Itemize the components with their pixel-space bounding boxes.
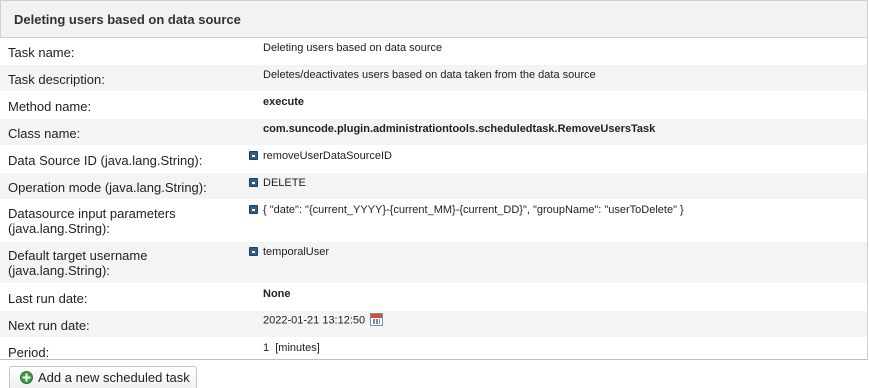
row-datasource-params: Datasource input parameters (java.lang.S… [0,200,867,242]
class-name-value: com.suncode.plugin.administrationtools.s… [263,123,656,135]
lock-icon [249,151,258,160]
data-source-id-value: removeUserDataSourceID [263,150,392,162]
next-run-date-value-wrap: 2022-01-21 13:12:50 [263,313,384,327]
add-circle-icon [20,371,33,384]
default-target-username-label-line1: Default target username [8,248,148,263]
task-name-label: Task name: [8,45,75,60]
datasource-params-value: { "date": "{current_YYYY}-{current_MM}-{… [263,204,684,216]
lock-icon [249,247,258,256]
row-data-source-id: Data Source ID (java.lang.String): remov… [0,146,867,173]
period-label: Period: [8,345,50,360]
row-class-name: Class name: com.suncode.plugin.administr… [0,119,867,146]
row-method-name: Method name: execute [0,92,867,119]
class-name-label: Class name: [8,126,81,141]
lock-icon [249,178,258,187]
datasource-params-label: Datasource input parameters (java.lang.S… [8,206,176,236]
row-task-name: Task name: Deleting users based on data … [0,38,867,65]
data-source-id-label: Data Source ID (java.lang.String): [8,153,203,168]
next-run-date-value: 2022-01-21 13:12:50 [263,314,366,327]
row-next-run-date: Next run date: 2022-01-21 13:12:50 [0,311,867,338]
operation-mode-label: Operation mode (java.lang.String): [8,180,207,195]
task-details-panel: Deleting users based on data source Task… [0,0,868,360]
operation-mode-value: DELETE [263,177,306,189]
method-name-label: Method name: [8,99,92,114]
row-task-description: Task description: Deletes/deactivates us… [0,65,867,92]
row-period: Period: 1 [minutes] [0,338,867,360]
last-run-date-value: None [263,288,291,300]
task-description-label: Task description: [8,72,105,87]
datasource-params-label-line2: (java.lang.String): [8,221,110,236]
row-default-target-username: Default target username (java.lang.Strin… [0,242,867,284]
datasource-params-label-line1: Datasource input parameters [8,206,176,221]
calendar-icon[interactable] [370,313,384,326]
default-target-username-value: temporalUser [263,246,330,258]
default-target-username-label: Default target username (java.lang.Strin… [8,248,147,278]
add-scheduled-task-label: Add a new scheduled task [38,370,190,385]
row-operation-mode: Operation mode (java.lang.String): DELET… [0,173,867,200]
period-value: 1 [minutes] [263,342,320,354]
default-target-username-label-line2: (java.lang.String): [8,263,110,278]
last-run-date-label: Last run date: [8,291,88,306]
method-name-value: execute [263,96,304,108]
next-run-date-label: Next run date: [8,318,90,333]
row-last-run-date: Last run date: None [0,284,867,311]
task-name-value: Deleting users based on data source [263,42,443,54]
lock-icon [249,205,258,214]
panel-title: Deleting users based on data source [0,0,867,38]
add-scheduled-task-button[interactable]: Add a new scheduled task [9,366,197,388]
task-description-value: Deletes/deactivates users based on data … [263,69,596,81]
